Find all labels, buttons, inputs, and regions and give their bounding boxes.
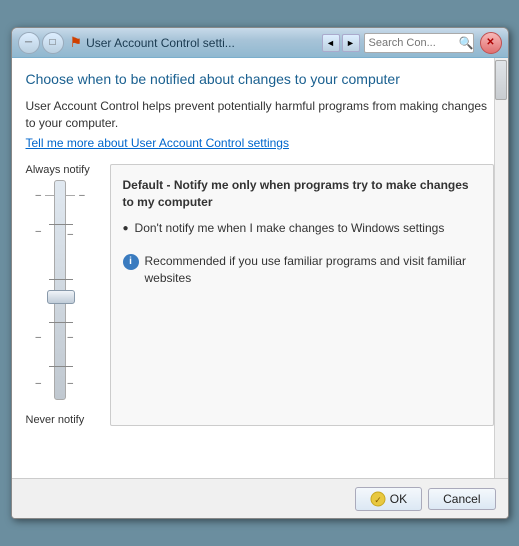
description-text: User Account Control helps prevent poten… xyxy=(26,98,494,132)
scrollbar[interactable] xyxy=(494,58,508,478)
description-box: Default - Notify me only when programs t… xyxy=(110,164,494,426)
minimize-button[interactable]: ─ xyxy=(18,32,40,54)
maximize-button[interactable]: □ xyxy=(42,32,64,54)
close-button[interactable]: ✕ xyxy=(480,32,502,54)
tick-right-4: – xyxy=(68,378,74,389)
bullet-icon: ● xyxy=(123,222,129,236)
slider-top-label: Always notify xyxy=(26,164,90,176)
bullet-item: ● Don't notify me when I make changes to… xyxy=(123,220,481,237)
tick-left-2: – xyxy=(36,226,42,237)
tick-label-1: – xyxy=(36,190,42,201)
tick-left-4: – xyxy=(36,378,42,389)
desc-box-title: Default - Notify me only when programs t… xyxy=(123,177,481,211)
cancel-label: Cancel xyxy=(443,492,480,506)
ok-button[interactable]: ✓ OK xyxy=(355,487,422,511)
main-window: ─ □ ⚑ User Account Control setti... ◄ ► … xyxy=(11,27,509,519)
nav-forward-button[interactable]: ► xyxy=(342,34,360,52)
maximize-icon: □ xyxy=(49,37,55,48)
content-area: Choose when to be notified about changes… xyxy=(12,58,508,478)
window-controls: ─ □ xyxy=(18,32,64,54)
info-item: i Recommended if you use familiar progra… xyxy=(123,253,481,287)
page-heading: Choose when to be notified about changes… xyxy=(26,70,494,88)
slider-panel: Always notify – – xyxy=(26,164,494,426)
search-box[interactable]: 🔍 xyxy=(364,33,474,53)
search-icon: 🔍 xyxy=(459,36,474,50)
svg-text:✓: ✓ xyxy=(374,495,382,505)
window-title: User Account Control setti... xyxy=(86,36,321,50)
tick-mark-1: – xyxy=(79,190,85,201)
info-icon: i xyxy=(123,254,139,270)
close-icon: ✕ xyxy=(486,37,494,48)
nav-back-button[interactable]: ◄ xyxy=(322,34,340,52)
slider-thumb[interactable] xyxy=(47,290,75,304)
learn-more-link[interactable]: Tell me more about User Account Control … xyxy=(26,136,494,150)
slider-bottom-label: Never notify xyxy=(26,414,85,426)
minimize-icon: ─ xyxy=(25,37,32,48)
footer: ✓ OK Cancel xyxy=(12,478,508,518)
info-text: Recommended if you use familiar programs… xyxy=(145,253,481,287)
title-bar: ─ □ ⚑ User Account Control setti... ◄ ► … xyxy=(12,28,508,58)
flag-icon: ⚑ xyxy=(70,34,83,51)
tick-left-3: – xyxy=(36,332,42,343)
cancel-button[interactable]: Cancel xyxy=(428,488,495,510)
search-input[interactable] xyxy=(369,37,459,49)
ok-label: OK xyxy=(390,492,407,506)
slider-container: Always notify – – xyxy=(26,164,96,426)
tick-right-3: – xyxy=(68,332,74,343)
nav-buttons: ◄ ► xyxy=(322,34,360,52)
ok-icon: ✓ xyxy=(370,491,386,507)
tick-right-2: – xyxy=(68,229,74,240)
bullet-text: Don't notify me when I make changes to W… xyxy=(135,220,445,237)
